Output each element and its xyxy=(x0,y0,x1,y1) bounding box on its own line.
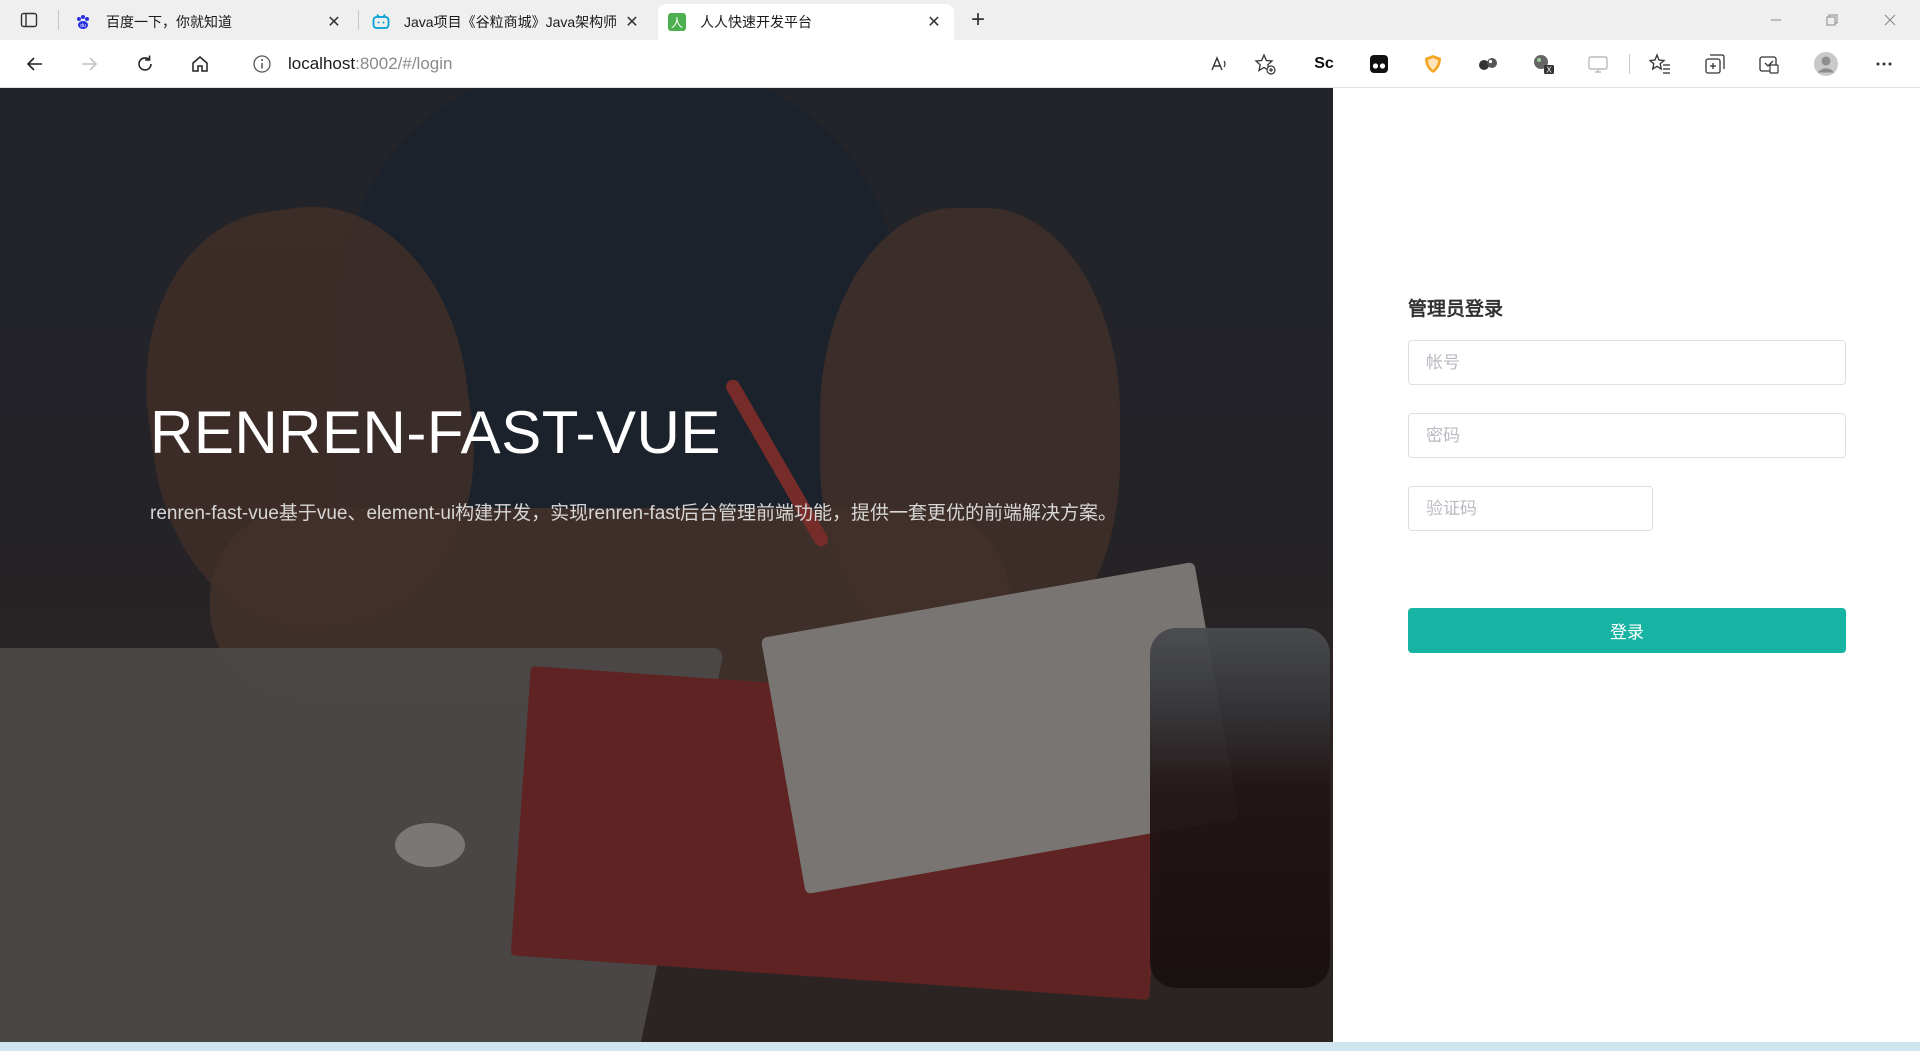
tab-title: 人人快速开发平台 xyxy=(700,14,812,30)
restore-icon[interactable] xyxy=(1804,0,1860,40)
close-window-icon[interactable] xyxy=(1862,0,1918,40)
more-menu-icon[interactable] xyxy=(1866,47,1902,81)
home-button[interactable] xyxy=(182,47,218,81)
refresh-icon xyxy=(138,55,152,71)
close-tab-icon[interactable]: ✕ xyxy=(324,12,344,32)
login-title: 管理员登录 xyxy=(1408,299,1504,320)
password-input[interactable] xyxy=(1408,413,1846,458)
glasses-icon[interactable] xyxy=(1470,47,1506,81)
bilibili-tv-icon xyxy=(372,13,390,31)
globe-x-icon[interactable]: X xyxy=(1525,47,1561,81)
tab-separator xyxy=(358,10,359,30)
url-text[interactable]: localhost:8002/#/login xyxy=(288,54,452,74)
svg-text:du: du xyxy=(80,23,86,29)
close-tab-icon[interactable]: ✕ xyxy=(622,12,642,32)
new-tab-button[interactable]: + xyxy=(962,6,994,34)
login-button[interactable]: 登录 xyxy=(1408,608,1846,653)
forward-arrow-icon xyxy=(82,57,98,71)
hero-background-image: RENREN-FAST-VUE renren-fast-vue基于vue、ele… xyxy=(0,88,1333,1042)
cast-icon[interactable] xyxy=(1580,47,1616,81)
page-content: RENREN-FAST-VUE renren-fast-vue基于vue、ele… xyxy=(0,88,1920,1042)
add-favorite-icon[interactable] xyxy=(1248,47,1282,81)
tab-separator xyxy=(58,10,59,30)
forward-button[interactable] xyxy=(71,47,107,81)
toolbar-separator xyxy=(1629,54,1630,74)
navigation-bar: localhost:8002/#/login Sc X xyxy=(0,40,1920,88)
close-tab-icon[interactable]: ✕ xyxy=(924,12,944,32)
back-arrow-icon xyxy=(26,57,42,71)
screenshot-icon[interactable] xyxy=(1751,47,1787,81)
renren-icon: 人 xyxy=(668,13,686,31)
sc-extension-label: Sc xyxy=(1314,55,1334,72)
tab-baidu[interactable]: du 百度一下，你就知道 ✕ xyxy=(64,4,354,40)
site-info-icon[interactable] xyxy=(252,54,272,74)
bottom-edge xyxy=(0,1042,1920,1051)
login-panel: 管理员登录 登录 xyxy=(1333,88,1920,1042)
sc-extension-icon[interactable]: Sc xyxy=(1306,47,1342,81)
favorites-icon[interactable] xyxy=(1642,47,1678,81)
hero-description: renren-fast-vue基于vue、element-ui构建开发，实现re… xyxy=(150,503,1118,524)
back-button[interactable] xyxy=(17,47,53,81)
tab-strip: du 百度一下，你就知道 ✕ Java项目《谷粒商城》Java架构师 ✕ 人 人… xyxy=(0,0,1920,40)
read-aloud-icon[interactable] xyxy=(1202,47,1236,81)
username-input[interactable] xyxy=(1408,340,1846,385)
minimize-icon[interactable] xyxy=(1748,0,1804,40)
tab-title: 百度一下，你就知道 xyxy=(106,14,232,30)
tab-bilibili[interactable]: Java项目《谷粒商城》Java架构师 ✕ xyxy=(362,4,652,40)
collections-icon[interactable] xyxy=(1697,47,1733,81)
svg-text:X: X xyxy=(1546,66,1552,75)
baidu-paw-icon: du xyxy=(74,13,92,31)
tab-title: Java项目《谷粒商城》Java架构师 xyxy=(404,14,616,30)
captcha-input[interactable] xyxy=(1408,486,1653,531)
address-bar[interactable]: localhost:8002/#/login xyxy=(234,45,1288,83)
profile-avatar-icon[interactable] xyxy=(1808,47,1844,81)
home-icon xyxy=(192,56,208,72)
url-path: :8002/#/login xyxy=(355,54,453,73)
tab-actions-button[interactable] xyxy=(14,8,44,32)
tab-actions-icon xyxy=(20,12,38,28)
tampermonkey-icon[interactable] xyxy=(1361,47,1397,81)
brave-shield-icon[interactable] xyxy=(1415,47,1451,81)
url-host: localhost xyxy=(288,54,356,73)
refresh-button[interactable] xyxy=(127,47,163,81)
hero-title: RENREN-FAST-VUE xyxy=(150,399,721,466)
tab-renren[interactable]: 人 人人快速开发平台 ✕ xyxy=(658,4,954,40)
